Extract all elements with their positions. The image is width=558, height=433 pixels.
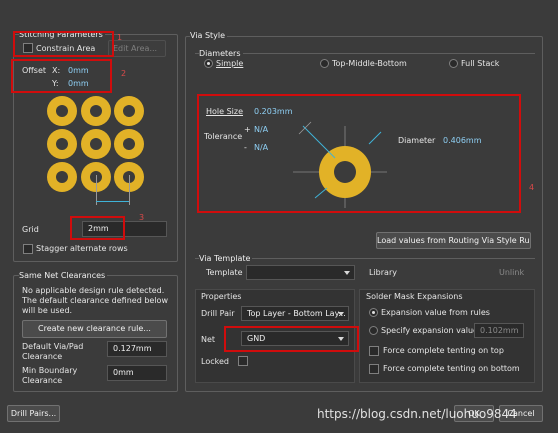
chevron-down-icon [344, 271, 350, 275]
grid-dimension-arrow [96, 201, 129, 202]
annotation-number: 4 [529, 183, 535, 192]
via-preview-icon [47, 162, 77, 192]
chevron-down-icon [338, 312, 344, 316]
net-label: Net [201, 335, 216, 344]
drill-pair-label: Drill Pair [201, 309, 235, 318]
annotation-box-constrain-area [13, 31, 114, 57]
via-preview-icon [114, 129, 144, 159]
solder-mask-title: Solder Mask Expansions [366, 292, 463, 301]
annotation-number: 1 [117, 33, 123, 42]
via-preview-icon [47, 129, 77, 159]
via-style-title: Via Style [190, 30, 228, 41]
min-boundary-input[interactable]: 0mm [107, 365, 167, 381]
template-label: Template [206, 268, 243, 277]
annotation-box-net [224, 326, 359, 352]
annotation-number: 2 [121, 69, 127, 78]
tent-top-checkbox[interactable] [369, 346, 379, 356]
stagger-rows-label: Stagger alternate rows [36, 244, 128, 253]
full-stack-radio[interactable] [449, 59, 458, 68]
locked-checkbox[interactable] [238, 356, 248, 366]
default-clearance-value: 0.127mm [113, 344, 152, 353]
drill-pairs-button[interactable]: Drill Pairs... [7, 405, 60, 422]
annotation-box-offset [11, 59, 112, 93]
grid-label: Grid [22, 225, 39, 234]
expansion-from-rules-radio[interactable] [369, 308, 378, 317]
top-middle-bottom-label: Top-Middle-Bottom [332, 59, 407, 68]
grid-dimension-line [129, 175, 130, 205]
via-preview-icon [81, 129, 111, 159]
drill-pair-value: Top Layer - Bottom Lay... [247, 309, 346, 318]
locked-label: Locked [201, 357, 229, 366]
tent-bottom-checkbox[interactable] [369, 364, 379, 374]
top-middle-bottom-radio[interactable] [320, 59, 329, 68]
via-preview-icon [47, 96, 77, 126]
annotation-box-grid [70, 216, 125, 240]
simple-label: Simple [216, 59, 244, 68]
properties-title: Properties [201, 292, 242, 301]
default-clearance-label: Clearance [22, 352, 63, 361]
default-clearance-input[interactable]: 0.127mm [107, 341, 167, 357]
expansion-from-rules-label: Expansion value from rules [381, 308, 490, 317]
annotation-box-via-diagram [197, 94, 521, 213]
template-dropdown[interactable] [246, 265, 355, 280]
tent-bottom-label: Force complete tenting on bottom [383, 364, 520, 373]
specify-expansion-input[interactable]: 0.102mm [474, 323, 524, 338]
clearance-message-line: will be used. [22, 306, 73, 315]
annotation-number: 3 [139, 213, 145, 222]
load-routing-via-style-button[interactable]: Load values from Routing Via Style Rule [376, 232, 531, 249]
via-preview-icon [81, 96, 111, 126]
specify-expansion-value: 0.102mm [480, 326, 519, 335]
unlink-button[interactable]: Unlink [499, 267, 524, 278]
specify-expansion-label: Specify expansion value [381, 326, 478, 335]
via-preview-icon [114, 96, 144, 126]
tent-top-label: Force complete tenting on top [383, 346, 504, 355]
library-label: Library [369, 268, 397, 277]
full-stack-label: Full Stack [461, 59, 500, 68]
drill-pair-dropdown[interactable]: Top Layer - Bottom Lay... [241, 306, 349, 321]
specify-expansion-radio[interactable] [369, 326, 378, 335]
stagger-rows-checkbox[interactable] [23, 244, 33, 254]
watermark-text: https://blog.csdn.net/luohuo9844 [317, 407, 517, 421]
same-net-clearances-title: Same Net Clearances [19, 270, 108, 281]
min-boundary-value: 0mm [113, 368, 134, 377]
diameters-divider [195, 53, 535, 54]
create-clearance-rule-button[interactable]: Create new clearance rule... [22, 320, 167, 338]
simple-radio[interactable] [204, 59, 213, 68]
min-boundary-label: Clearance [22, 376, 63, 385]
via-template-title: Via Template [199, 253, 253, 264]
